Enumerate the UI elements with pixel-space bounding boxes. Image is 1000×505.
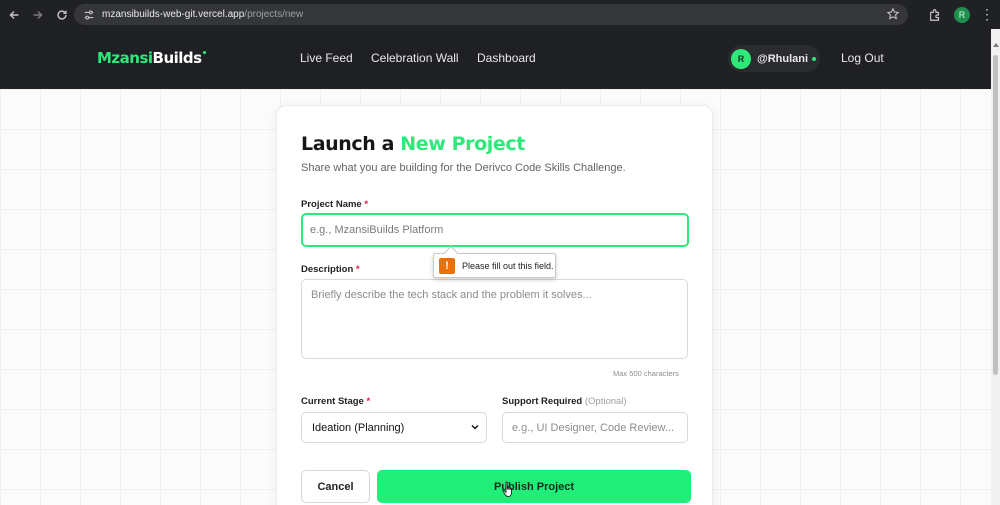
current-stage-value: Ideation (Planning) <box>312 421 405 434</box>
current-stage-select[interactable]: Ideation (Planning) <box>301 412 487 443</box>
nav-dashboard[interactable]: Dashboard <box>477 51 536 65</box>
project-name-label: Project Name * <box>301 199 368 210</box>
username: @Rhulani <box>757 52 809 65</box>
url-path: /projects/new <box>244 9 304 20</box>
project-name-input[interactable] <box>301 213 689 247</box>
address-bar[interactable]: mzansibuilds-web-git.vercel.app/projects… <box>74 4 908 25</box>
title-prefix: Launch a <box>301 133 401 155</box>
logo-dot: • <box>201 49 208 59</box>
description-char-limit: Max 500 characters <box>613 369 679 378</box>
more-menu-icon[interactable]: ⋮ <box>980 4 994 26</box>
required-mark: * <box>355 264 360 275</box>
user-profile-pill[interactable]: R @Rhulani <box>728 45 820 72</box>
required-mark: * <box>366 396 371 407</box>
current-stage-label-text: Current Stage <box>301 396 364 407</box>
reload-icon[interactable] <box>51 4 73 26</box>
extensions-icon[interactable] <box>924 4 946 26</box>
optional-note: (Optional) <box>584 396 627 407</box>
bookmark-star-icon[interactable] <box>886 7 900 21</box>
url-text[interactable]: mzansibuilds-web-git.vercel.app/projects… <box>102 9 303 20</box>
support-required-label: Support Required (Optional) <box>502 396 627 407</box>
mouse-pointer-icon <box>502 481 512 497</box>
support-required-label-text: Support Required <box>502 396 583 407</box>
description-label-text: Description <box>301 264 354 275</box>
forward-arrow-icon[interactable] <box>27 4 49 26</box>
cancel-button[interactable]: Cancel <box>301 470 370 503</box>
description-textarea[interactable] <box>301 279 688 359</box>
support-required-input[interactable] <box>502 412 688 443</box>
online-status-dot <box>812 56 817 61</box>
nav-live-feed[interactable]: Live Feed <box>300 51 353 65</box>
logout-link[interactable]: Log Out <box>841 51 884 65</box>
required-mark: * <box>364 199 369 210</box>
browser-profile-avatar[interactable]: R <box>954 6 970 23</box>
new-project-form: Launch a New Project Share what you are … <box>276 105 713 505</box>
publish-project-button[interactable]: Publish Project <box>377 470 691 503</box>
warning-icon: ! <box>439 257 455 274</box>
validation-message: Please fill out this field. <box>462 260 554 271</box>
browser-toolbar: mzansibuilds-web-git.vercel.app/projects… <box>0 0 1000 29</box>
description-label: Description * <box>301 264 360 275</box>
site-header: MzansiBuilds• Live Feed Celebration Wall… <box>0 29 991 89</box>
scroll-up-arrow-icon[interactable] <box>993 43 999 47</box>
validation-tooltip: ! Please fill out this field. <box>433 245 556 278</box>
scrollbar[interactable] <box>991 29 1000 505</box>
project-name-label-text: Project Name <box>301 199 362 210</box>
logo-builds: Builds <box>152 49 203 67</box>
current-stage-label: Current Stage * <box>301 396 370 407</box>
brand-logo[interactable]: MzansiBuilds• <box>97 49 207 67</box>
page-subtitle: Share what you are building for the Deri… <box>301 162 626 174</box>
back-arrow-icon[interactable] <box>3 4 25 26</box>
scrollbar-thumb[interactable] <box>993 55 998 375</box>
title-accent: New Project <box>400 133 525 155</box>
logo-mzansi: Mzansi <box>97 49 153 67</box>
nav-celebration-wall[interactable]: Celebration Wall <box>371 51 459 65</box>
site-settings-icon[interactable] <box>82 8 96 22</box>
page-title: Launch a New Project <box>301 133 525 155</box>
url-host: mzansibuilds-web-git.vercel.app <box>102 9 245 20</box>
chevron-down-icon <box>471 424 479 430</box>
avatar: R <box>731 48 751 69</box>
